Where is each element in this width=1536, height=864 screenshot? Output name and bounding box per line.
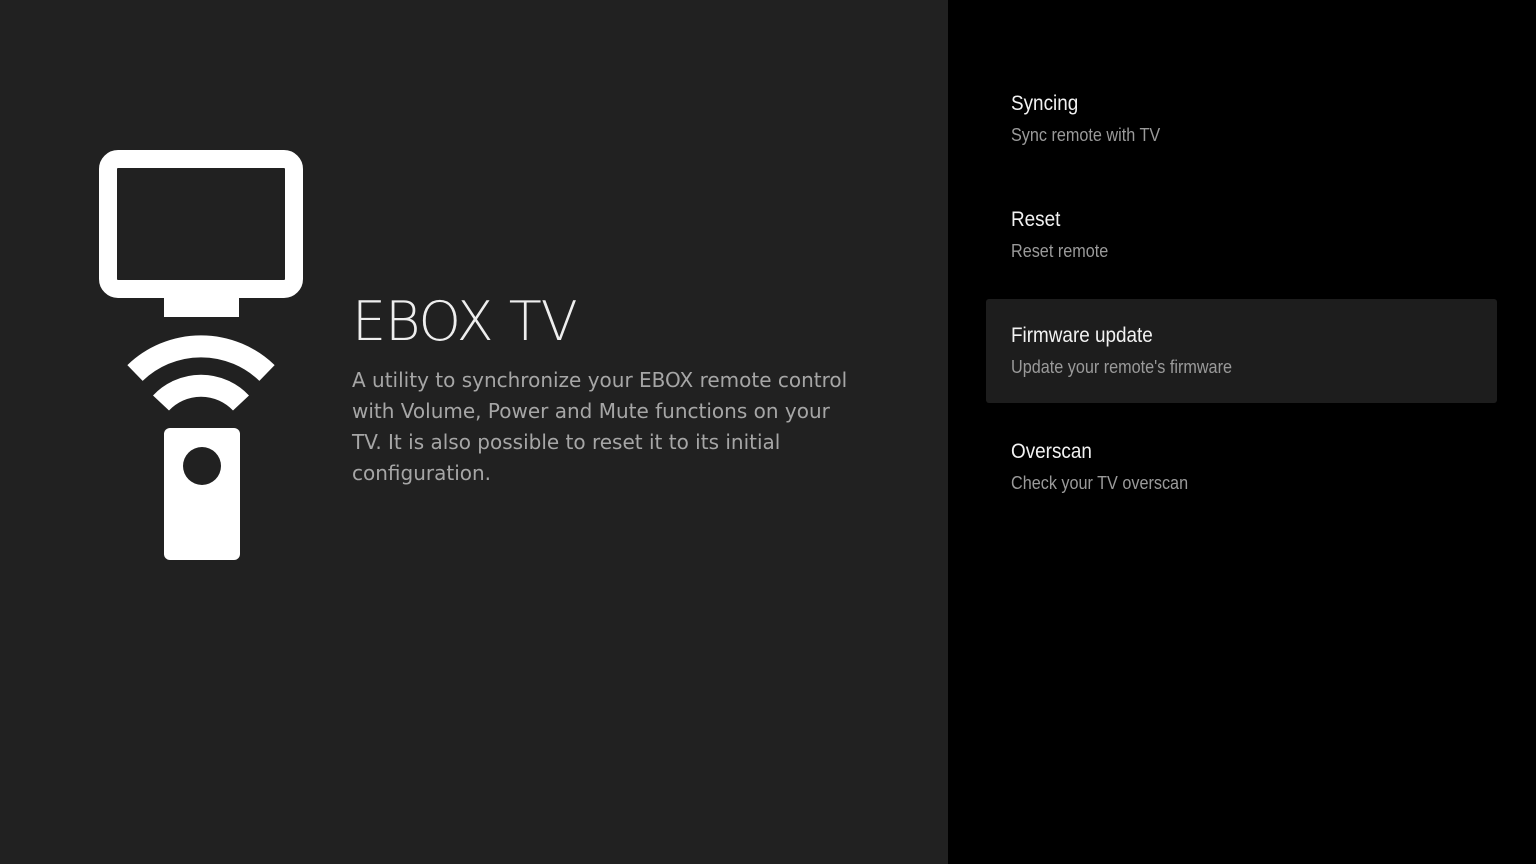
menu-item-title: Overscan <box>1011 440 1092 463</box>
menu-item-reset[interactable]: Reset Reset remote <box>986 183 1497 287</box>
menu-item-syncing[interactable]: Syncing Sync remote with TV <box>986 67 1497 171</box>
menu-item-title: Syncing <box>1011 92 1079 115</box>
menu-item-overscan[interactable]: Overscan Check your TV overscan <box>986 415 1497 519</box>
menu-item-title: Reset <box>1011 208 1061 231</box>
menu-item-firmware-update[interactable]: Firmware update Update your remote's fir… <box>986 299 1497 403</box>
menu-item-subtitle: Sync remote with TV <box>1011 125 1161 145</box>
menu-item-subtitle: Update your remote's firmware <box>1011 357 1232 377</box>
app-title: EBOX TV <box>352 290 578 353</box>
menu-item-title: Firmware update <box>1011 324 1153 347</box>
menu-item-subtitle: Check your TV overscan <box>1011 473 1189 493</box>
settings-menu: Syncing Sync remote with TV Reset Reset … <box>986 67 1497 531</box>
app-description: A utility to synchronize your EBOX remot… <box>352 368 848 485</box>
menu-item-subtitle: Reset remote <box>1011 241 1109 261</box>
tv-remote-sync-icon <box>99 150 303 560</box>
info-panel: EBOX TV A utility to synchronize your EB… <box>0 0 948 864</box>
settings-screen: EBOX TV A utility to synchronize your EB… <box>0 0 1536 864</box>
